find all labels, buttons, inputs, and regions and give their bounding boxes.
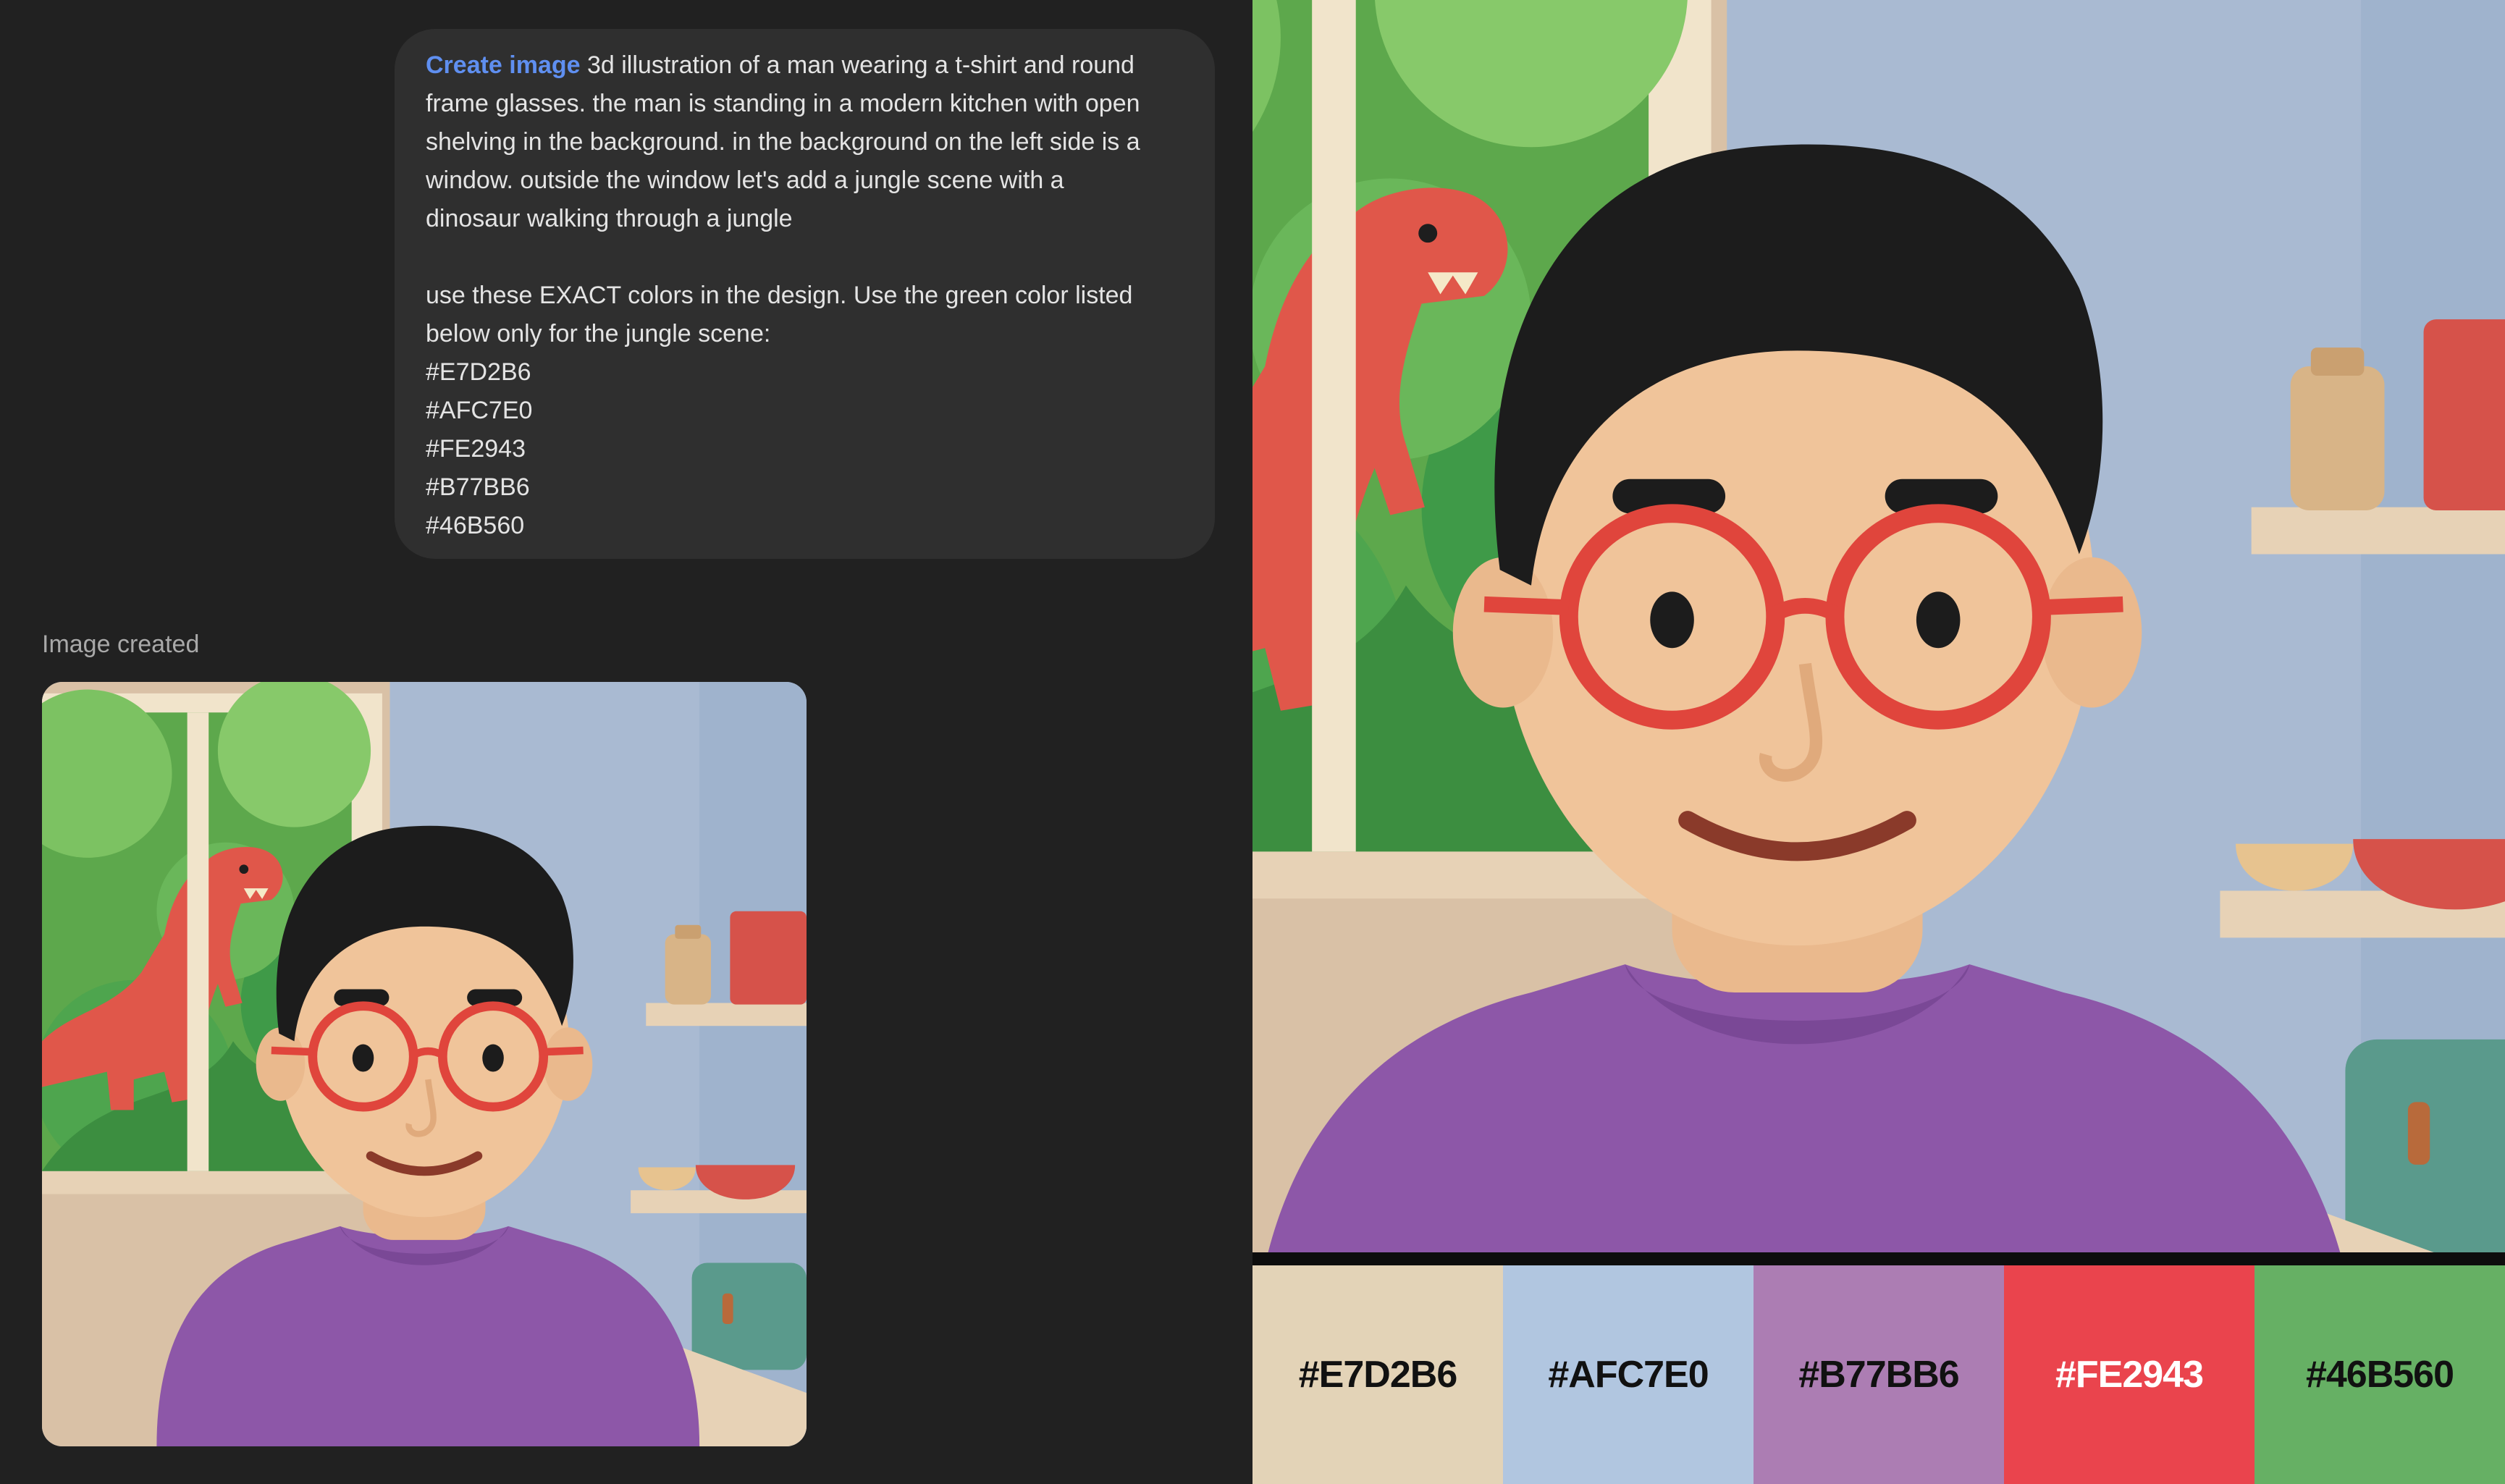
color-code: #FE2943: [426, 435, 526, 463]
illustration-image: [1252, 0, 2505, 1252]
palette-swatch: #E7D2B6: [1252, 1265, 1503, 1484]
illustration-image: [42, 682, 807, 1446]
prompt-line: shelving in the background. in the backg…: [426, 128, 1140, 156]
prompt-line: window. outside the window let's add a j…: [426, 166, 1064, 194]
palette-swatch: #FE2943: [2004, 1265, 2254, 1484]
color-code: #E7D2B6: [426, 358, 531, 386]
color-palette: #E7D2B6 #AFC7E0 #B77BB6 #FE2943 #46B560: [1252, 1265, 2505, 1484]
prompt-line: frame glasses. the man is standing in a …: [426, 90, 1140, 117]
swatch-label: #46B560: [2305, 1354, 2454, 1396]
color-code: #46B560: [426, 512, 525, 539]
swatch-label: #AFC7E0: [1548, 1354, 1709, 1396]
color-code: #B77BB6: [426, 473, 530, 501]
user-prompt-bubble: Create image 3d illustration of a man we…: [395, 29, 1215, 559]
swatch-label: #B77BB6: [1798, 1354, 1959, 1396]
prompt-line-1: Create image 3d illustration of a man we…: [426, 51, 1134, 79]
palette-swatch: #AFC7E0: [1503, 1265, 1754, 1484]
image-created-label: Image created: [42, 631, 200, 658]
preview-pane: #E7D2B6 #AFC7E0 #B77BB6 #FE2943 #46B560: [1252, 0, 2505, 1484]
swatch-label: #E7D2B6: [1298, 1354, 1457, 1396]
prompt-line: dinosaur walking through a jungle: [426, 205, 793, 232]
color-code: #AFC7E0: [426, 397, 533, 424]
generated-image-thumbnail[interactable]: [42, 682, 807, 1446]
create-image-command[interactable]: Create image: [426, 51, 581, 79]
palette-divider: [1252, 1252, 2505, 1265]
chat-pane: Create image 3d illustration of a man we…: [0, 0, 1252, 1484]
instruction-line: use these EXACT colors in the design. Us…: [426, 282, 1133, 309]
instruction-line: below only for the jungle scene:: [426, 320, 771, 347]
palette-swatch: #46B560: [2254, 1265, 2505, 1484]
swatch-label: #FE2943: [2055, 1354, 2204, 1396]
palette-swatch: #B77BB6: [1754, 1265, 2004, 1484]
generated-image-large: [1252, 0, 2505, 1252]
